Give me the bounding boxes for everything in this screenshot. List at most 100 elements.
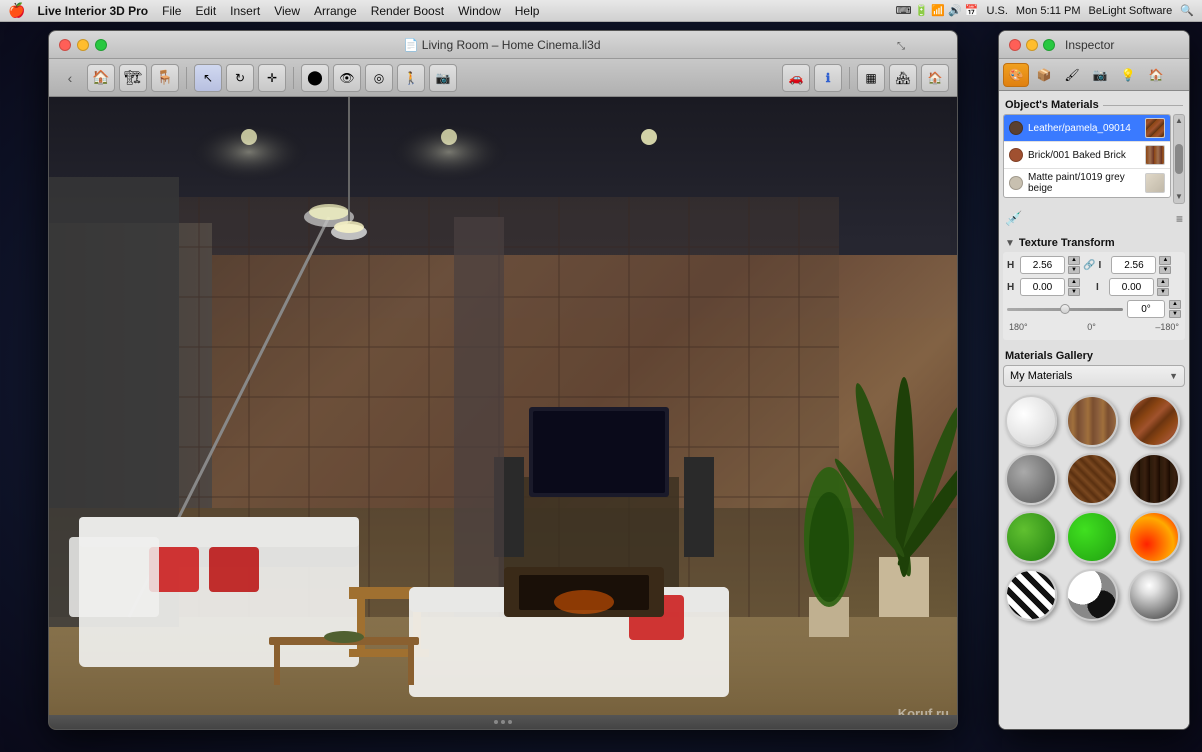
render-button[interactable]: 🏠 bbox=[921, 64, 949, 92]
sphere-tool[interactable]: ⬤ bbox=[301, 64, 329, 92]
angle-down[interactable]: ▼ bbox=[1169, 310, 1181, 319]
home-tab-button[interactable]: 🏠 bbox=[1143, 63, 1169, 87]
section-divider-1 bbox=[1103, 105, 1183, 106]
view2d-button[interactable]: ▦ bbox=[857, 64, 885, 92]
select-tool[interactable]: ↖ bbox=[194, 64, 222, 92]
slider-label-mid: 0° bbox=[1087, 322, 1096, 332]
move-tool[interactable]: ✛ bbox=[258, 64, 286, 92]
close-button[interactable] bbox=[59, 39, 71, 51]
options-button[interactable]: ≡ bbox=[1176, 212, 1183, 226]
swatch-bright-green[interactable] bbox=[1066, 511, 1118, 563]
eye-icon: 👁 bbox=[339, 71, 354, 85]
gallery-header: Materials Gallery bbox=[1003, 346, 1185, 365]
edit-menu[interactable]: Edit bbox=[195, 4, 216, 18]
swatch-zebra[interactable] bbox=[1005, 569, 1057, 621]
insert-menu[interactable]: Insert bbox=[230, 4, 260, 18]
tt-y-input[interactable] bbox=[1109, 278, 1154, 296]
scene-viewport[interactable]: Koruf.ru bbox=[49, 97, 957, 729]
house-view-button[interactable]: 🏘 bbox=[889, 64, 917, 92]
tt-x-down[interactable]: ▼ bbox=[1068, 288, 1080, 297]
walk-tool[interactable]: 🚶 bbox=[397, 64, 425, 92]
tt-y-up[interactable]: ▲ bbox=[1157, 278, 1169, 287]
angle-up[interactable]: ▲ bbox=[1169, 300, 1181, 309]
material-item-3[interactable]: Matte paint/1019 grey beige bbox=[1004, 169, 1170, 197]
interior-button[interactable]: 🪑 bbox=[151, 64, 179, 92]
tt-h-input[interactable] bbox=[1020, 256, 1065, 274]
tt-y-down[interactable]: ▼ bbox=[1157, 288, 1169, 297]
orbit-tool[interactable]: ◎ bbox=[365, 64, 393, 92]
object-tab-button[interactable]: 📦 bbox=[1031, 63, 1057, 87]
paint-tab-button[interactable]: 🖌 bbox=[1059, 63, 1085, 87]
window-titlebar: 📄 Living Room – Home Cinema.li3d ⤡ bbox=[49, 31, 957, 59]
tt-h-down[interactable]: ▼ bbox=[1068, 266, 1080, 275]
material-item-1[interactable]: Leather/pamela_09014 bbox=[1004, 115, 1170, 142]
swatch-wood[interactable] bbox=[1066, 395, 1118, 447]
material-tab-icon: 🎨 bbox=[1009, 68, 1024, 82]
info-button[interactable]: ℹ bbox=[814, 64, 842, 92]
view2d-icon: ▦ bbox=[865, 71, 876, 85]
camera-tool[interactable]: 📷 bbox=[429, 64, 457, 92]
swatch-chrome[interactable] bbox=[1128, 569, 1180, 621]
camera-tab-button[interactable]: 📷 bbox=[1087, 63, 1113, 87]
materials-scrollbar[interactable]: ▲ ▼ bbox=[1173, 114, 1185, 204]
swatch-darkwood[interactable] bbox=[1128, 453, 1180, 505]
exterior-button[interactable]: 🏗 bbox=[119, 64, 147, 92]
inspector-close-button[interactable] bbox=[1009, 39, 1021, 51]
light-tab-button[interactable]: 💡 bbox=[1115, 63, 1141, 87]
link-icon[interactable]: 🔗 bbox=[1083, 260, 1095, 271]
tt-y-stepper: ▲ ▼ bbox=[1157, 278, 1169, 296]
swatch-fire[interactable] bbox=[1128, 511, 1180, 563]
tt-w-down[interactable]: ▼ bbox=[1159, 266, 1171, 275]
angle-input[interactable] bbox=[1127, 300, 1165, 318]
menubar-locale: U.S. bbox=[987, 5, 1008, 17]
materials-list: Leather/pamela_09014 Brick/001 Baked Bri… bbox=[1003, 114, 1171, 198]
scroll-up-button[interactable]: ▲ bbox=[1175, 117, 1183, 125]
apple-menu[interactable]: 🍎 bbox=[8, 2, 25, 19]
render-boost-menu[interactable]: Render Boost bbox=[371, 4, 444, 18]
angle-slider-thumb[interactable] bbox=[1060, 304, 1070, 314]
swatch-brick[interactable] bbox=[1128, 395, 1180, 447]
arrange-menu[interactable]: Arrange bbox=[314, 4, 357, 18]
window-controls-right: ⤡ bbox=[897, 36, 947, 54]
swatch-leather[interactable] bbox=[1066, 453, 1118, 505]
view-menu[interactable]: View bbox=[274, 4, 300, 18]
swatch-green[interactable] bbox=[1005, 511, 1057, 563]
maximize-button[interactable] bbox=[95, 39, 107, 51]
collapse-icon[interactable]: ▼ bbox=[1005, 238, 1015, 249]
file-menu[interactable]: File bbox=[162, 4, 181, 18]
material-tab-button[interactable]: 🎨 bbox=[1003, 63, 1029, 87]
search-icon[interactable]: 🔍 bbox=[1180, 4, 1194, 17]
floorplan-button[interactable]: 🏠 bbox=[87, 64, 115, 92]
gallery-dropdown[interactable]: My Materials ▼ bbox=[1003, 365, 1185, 387]
minimize-button[interactable] bbox=[77, 39, 89, 51]
tt-x-input[interactable] bbox=[1020, 278, 1065, 296]
tt-w-label: I bbox=[1098, 260, 1108, 271]
tt-x-up[interactable]: ▲ bbox=[1068, 278, 1080, 287]
scroll-down-button[interactable]: ▼ bbox=[1175, 193, 1183, 201]
tt-h-up[interactable]: ▲ bbox=[1068, 256, 1080, 265]
window-menu[interactable]: Window bbox=[458, 4, 501, 18]
inspector-maximize-button[interactable] bbox=[1043, 39, 1055, 51]
tt-w-up[interactable]: ▲ bbox=[1159, 256, 1171, 265]
swatch-white[interactable] bbox=[1005, 395, 1057, 447]
eye-tool[interactable]: 👁 bbox=[333, 64, 361, 92]
inspector-minimize-button[interactable] bbox=[1026, 39, 1038, 51]
swatch-gray[interactable] bbox=[1005, 453, 1057, 505]
material-item-2[interactable]: Brick/001 Baked Brick bbox=[1004, 142, 1170, 169]
main-window: 📄 Living Room – Home Cinema.li3d ⤡ ‹ 🏠 🏗… bbox=[48, 30, 958, 730]
inspector-traffic-lights bbox=[1009, 39, 1055, 51]
traffic-lights bbox=[59, 39, 107, 51]
back-button[interactable]: ‹ bbox=[57, 67, 83, 89]
car-button[interactable]: 🚗 bbox=[782, 64, 810, 92]
tt-x-row: H ▲ ▼ I ▲ ▼ bbox=[1007, 278, 1181, 296]
help-menu[interactable]: Help bbox=[515, 4, 540, 18]
tt-w-input[interactable] bbox=[1111, 256, 1156, 274]
eyedropper-icon[interactable]: 💉 bbox=[1005, 210, 1022, 227]
rotate-tool[interactable]: ↻ bbox=[226, 64, 254, 92]
app-name-menu[interactable]: Live Interior 3D Pro bbox=[37, 4, 148, 18]
resize-handle[interactable] bbox=[49, 715, 957, 729]
angle-slider[interactable] bbox=[1007, 308, 1123, 311]
scroll-thumb[interactable] bbox=[1175, 144, 1183, 174]
swatch-spot[interactable] bbox=[1066, 569, 1118, 621]
info-icon: ℹ bbox=[826, 71, 831, 85]
